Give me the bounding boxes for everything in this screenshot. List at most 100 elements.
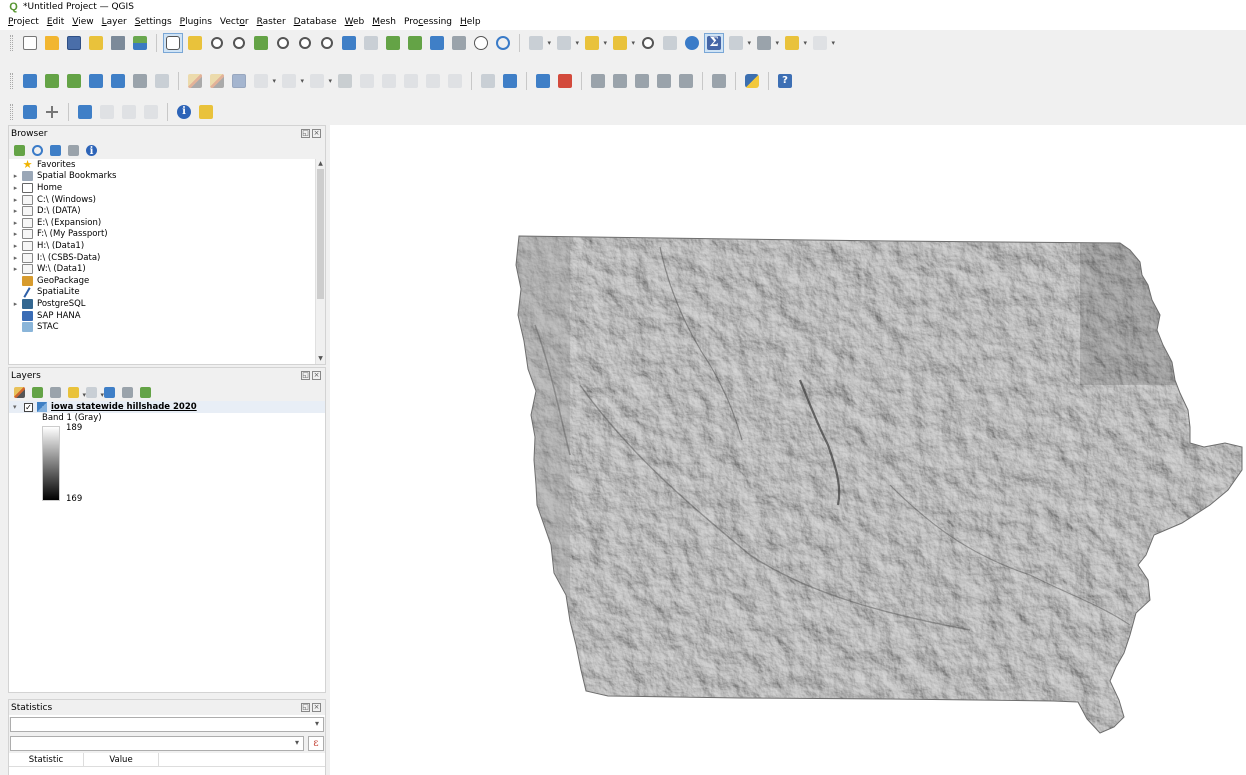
vertex-tool-dropdown-button[interactable] <box>280 72 304 90</box>
browser-item[interactable]: ▸ PostgreSQL <box>11 298 325 310</box>
float-panel-icon[interactable]: ◱ <box>301 129 310 138</box>
snapping-button-2[interactable] <box>43 103 61 121</box>
new-project-button[interactable] <box>21 34 39 52</box>
expand-arrow-icon[interactable]: ▸ <box>11 172 20 180</box>
pan-to-selection-button[interactable] <box>186 34 204 52</box>
label-toolbar-button-2[interactable] <box>501 72 519 90</box>
zoom-native-button[interactable] <box>318 34 336 52</box>
layout-manager-button[interactable] <box>109 34 127 52</box>
map-canvas[interactable] <box>330 125 1246 775</box>
zoom-to-layer-button[interactable] <box>296 34 314 52</box>
advanced-digitize-button-4[interactable] <box>142 103 160 121</box>
menu-item-view[interactable]: View <box>68 17 97 27</box>
help-button[interactable] <box>776 72 794 90</box>
modify-attributes-dropdown-button[interactable] <box>308 72 332 90</box>
menu-item-settings[interactable]: Settings <box>131 17 176 27</box>
expand-arrow-icon[interactable]: ▾ <box>13 403 22 411</box>
rotate-label-button[interactable] <box>655 72 673 90</box>
scroll-down-icon[interactable]: ▼ <box>316 354 325 364</box>
show-hide-labels-button[interactable] <box>611 72 629 90</box>
zoom-full-button[interactable] <box>252 34 270 52</box>
advanced-digitize-button-1[interactable] <box>76 103 94 121</box>
scroll-up-icon[interactable]: ▲ <box>316 159 325 169</box>
float-panel-icon[interactable]: ◱ <box>301 371 310 380</box>
identify-button[interactable] <box>639 34 657 52</box>
refresh-browser-button[interactable] <box>31 144 44 157</box>
identify-dropdown-button[interactable] <box>527 34 551 52</box>
layer-item-hillshade[interactable]: ▾ ✓ iowa statewide hillshade 2020 <box>9 401 325 413</box>
expand-all-button[interactable] <box>103 386 116 399</box>
browser-item[interactable]: ▸ H:\ (Data1) <box>11 240 325 252</box>
zoom-next-button[interactable] <box>362 34 380 52</box>
add-vector-layer-button[interactable] <box>65 72 83 90</box>
copy-features-button[interactable] <box>380 72 398 90</box>
attribute-table-button[interactable] <box>661 34 679 52</box>
layer-select-combo[interactable] <box>10 717 324 732</box>
digitize-dropdown-button[interactable] <box>252 72 276 90</box>
expand-arrow-icon[interactable]: ▸ <box>11 196 20 204</box>
field-select-combo[interactable] <box>10 736 304 751</box>
delete-selected-button[interactable] <box>336 72 354 90</box>
deselect-dropdown-button[interactable] <box>611 34 635 52</box>
open-attribute-dropdown-button[interactable] <box>555 34 579 52</box>
add-group-button[interactable] <box>31 386 44 399</box>
filter-expression-button[interactable] <box>85 386 104 399</box>
close-panel-icon[interactable]: × <box>312 703 321 712</box>
browser-item[interactable]: Favorites <box>11 159 325 171</box>
filter-legend-button[interactable] <box>67 386 86 399</box>
python-console-button[interactable] <box>743 72 761 90</box>
menu-item-project[interactable]: Project <box>4 17 43 27</box>
filter-browser-button[interactable] <box>49 144 62 157</box>
expand-arrow-icon[interactable]: ▸ <box>11 219 20 227</box>
spatial-bookmarks-button[interactable] <box>450 34 468 52</box>
new-layout-button[interactable] <box>87 34 105 52</box>
expand-arrow-icon[interactable]: ▸ <box>11 230 20 238</box>
paste-features-button[interactable] <box>402 72 420 90</box>
close-panel-icon[interactable]: × <box>312 129 321 138</box>
toggle-editing-button[interactable] <box>208 72 226 90</box>
layer-labeling-button[interactable] <box>534 72 552 90</box>
open-project-button[interactable] <box>43 34 61 52</box>
add-layers-button[interactable] <box>13 144 26 157</box>
expand-arrow-icon[interactable]: ▸ <box>11 207 20 215</box>
new-map-view-button[interactable] <box>384 34 402 52</box>
add-virtual-layer-button[interactable] <box>153 72 171 90</box>
select-features-dropdown-button[interactable] <box>583 34 607 52</box>
data-source-manager-button[interactable] <box>21 72 39 90</box>
change-label-button[interactable] <box>677 72 695 90</box>
add-delimited-text-button[interactable] <box>131 72 149 90</box>
browser-item[interactable]: GeoPackage <box>11 275 325 287</box>
save-project-button[interactable] <box>65 34 83 52</box>
browser-item[interactable]: STAC <box>11 321 325 333</box>
add-raster-layer-button[interactable] <box>87 72 105 90</box>
menu-item-web[interactable]: Web <box>341 17 369 27</box>
float-panel-icon[interactable]: ◱ <box>301 703 310 712</box>
show-bookmarks-button[interactable] <box>428 34 446 52</box>
zoom-in-button[interactable] <box>208 34 226 52</box>
field-calculator-dropdown-button[interactable] <box>727 34 751 52</box>
add-mesh-layer-button[interactable] <box>109 72 127 90</box>
collapse-all-button[interactable] <box>67 144 80 157</box>
new-layer-button[interactable] <box>43 72 61 90</box>
locator-dropdown-button[interactable] <box>811 34 835 52</box>
collapse-all-layers-button[interactable] <box>121 386 134 399</box>
menu-item-help[interactable]: Help <box>456 17 485 27</box>
browser-item[interactable]: SpatiaLite <box>11 287 325 299</box>
new-bookmark-button[interactable] <box>406 34 424 52</box>
menu-item-vector[interactable]: Vector <box>216 17 253 27</box>
zoom-to-selection-button[interactable] <box>274 34 292 52</box>
zoom-last-button[interactable] <box>340 34 358 52</box>
manage-themes-button[interactable] <box>49 386 62 399</box>
statistic-column-header[interactable]: Statistic <box>9 753 84 766</box>
move-label-button[interactable] <box>633 72 651 90</box>
layer-visibility-checkbox[interactable]: ✓ <box>24 402 33 412</box>
menu-item-mesh[interactable]: Mesh <box>368 17 400 27</box>
measure-dropdown-button[interactable] <box>755 34 779 52</box>
browser-item[interactable]: ▸ F:\ (My Passport) <box>11 229 325 241</box>
temporal-controller-button[interactable] <box>472 34 490 52</box>
browser-item[interactable]: ▸ C:\ (Windows) <box>11 194 325 206</box>
browser-item[interactable]: ▸ E:\ (Expansion) <box>11 217 325 229</box>
expression-button[interactable]: ε <box>308 736 324 751</box>
toolbar-grip[interactable] <box>10 73 13 89</box>
layer-diagram-button[interactable] <box>556 72 574 90</box>
